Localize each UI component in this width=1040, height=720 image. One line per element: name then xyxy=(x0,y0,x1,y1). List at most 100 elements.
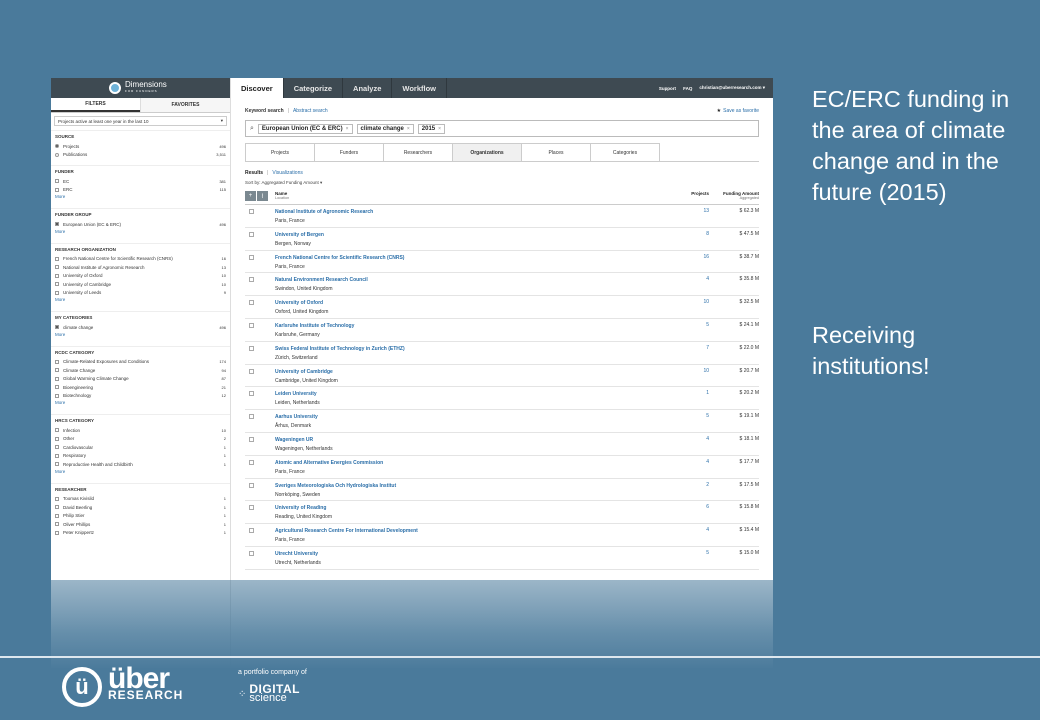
filter-option[interactable]: climate change 496 xyxy=(55,323,226,332)
filter-option[interactable]: Oliver Phillips 1 xyxy=(55,520,226,529)
keyword-search-toggle[interactable]: Keyword search xyxy=(245,108,284,114)
org-name-link[interactable]: Leiden University xyxy=(275,390,669,399)
filter-option[interactable]: University of Cambridge 10 xyxy=(55,280,226,289)
row-checkbox[interactable] xyxy=(249,277,254,283)
project-count-link[interactable]: 4 xyxy=(669,436,709,442)
checkbox[interactable] xyxy=(55,256,59,261)
close-icon[interactable]: × xyxy=(407,126,410,132)
filter-option[interactable]: Bioengineering 21 xyxy=(55,383,226,392)
filter-option[interactable]: University of Oxford 10 xyxy=(55,272,226,281)
row-checkbox[interactable] xyxy=(249,436,254,442)
row-checkbox[interactable] xyxy=(249,505,254,511)
abstract-search-toggle[interactable]: Abstract search xyxy=(293,108,328,114)
project-count-link[interactable]: 4 xyxy=(669,527,709,533)
visualizations-view-link[interactable]: Visualizations xyxy=(272,170,302,176)
filter-option[interactable]: ERC 115 xyxy=(55,186,226,195)
more-link[interactable]: More xyxy=(55,297,226,305)
filter-option[interactable]: National Institute of Agronomic Research… xyxy=(55,263,226,272)
sort-dropdown[interactable]: Sort by: Aggregated Funding Amount ▾ xyxy=(245,180,759,186)
project-count-link[interactable]: 10 xyxy=(669,299,709,305)
checkbox[interactable] xyxy=(55,290,59,295)
checkbox[interactable] xyxy=(55,385,59,390)
project-count-link[interactable]: 5 xyxy=(669,322,709,328)
filter-option[interactable]: Global Warming Climate Change 87 xyxy=(55,375,226,384)
checkbox[interactable] xyxy=(55,393,59,398)
checkbox[interactable] xyxy=(55,445,59,450)
row-checkbox[interactable] xyxy=(249,254,254,260)
table-row[interactable]: Natural Environment Research Council Swin… xyxy=(245,273,759,297)
project-count-link[interactable]: 4 xyxy=(669,459,709,465)
project-count-link[interactable]: 4 xyxy=(669,276,709,282)
table-row[interactable]: Swiss Federal Institute of Technology in… xyxy=(245,342,759,365)
filter-option[interactable]: Infection 10 xyxy=(55,426,226,435)
org-name-link[interactable]: Karlsruhe Institute of Technology xyxy=(275,322,669,331)
checkbox[interactable] xyxy=(55,462,59,467)
checkbox[interactable] xyxy=(55,359,59,364)
table-row[interactable]: Leiden University Leiden, Netherlands 1 $ 2… xyxy=(245,387,759,411)
project-count-link[interactable]: 16 xyxy=(669,254,709,260)
org-name-link[interactable]: University of Bergen xyxy=(275,231,669,240)
org-name-link[interactable]: University of Reading xyxy=(275,504,669,513)
checkbox[interactable] xyxy=(55,222,59,227)
col-funding-header[interactable]: Funding Amount Aggregated xyxy=(709,191,759,201)
more-link[interactable]: More xyxy=(55,400,226,408)
filter-option[interactable]: Toomas Kivisild 1 xyxy=(55,495,226,504)
more-link[interactable]: More xyxy=(55,229,226,237)
org-name-link[interactable]: French National Centre for Scientific Re… xyxy=(275,254,669,263)
filter-option[interactable]: Respiratory 1 xyxy=(55,452,226,461)
checkbox[interactable] xyxy=(55,273,59,278)
table-row[interactable]: University of Oxford Oxford, United Kingd… xyxy=(245,296,759,319)
org-name-link[interactable]: Natural Environment Research Council xyxy=(275,276,669,285)
table-row[interactable]: Utrecht University Utrecht, Netherlands 5 $… xyxy=(245,547,759,570)
chart-icon[interactable]: ⌇ xyxy=(257,191,268,201)
row-checkbox[interactable] xyxy=(249,209,254,214)
col-projects-header[interactable]: Projects xyxy=(669,191,709,196)
row-checkbox[interactable] xyxy=(249,391,254,397)
more-link[interactable]: More xyxy=(55,469,226,477)
checkbox[interactable] xyxy=(55,496,59,501)
table-row[interactable]: University of Reading Reading, United Kin… xyxy=(245,501,759,525)
tab-favorites[interactable]: FAVORITES xyxy=(140,98,230,112)
tab-organizations[interactable]: Organizations xyxy=(452,143,522,161)
search-chip-funder[interactable]: European Union (EC & ERC) × xyxy=(257,123,353,134)
checkbox[interactable] xyxy=(55,187,59,192)
filter-option[interactable]: Climate Change 94 xyxy=(55,366,226,375)
table-row[interactable]: Karlsruhe Institute of Technology Karlsru… xyxy=(245,319,759,342)
org-name-link[interactable]: Aarhus University xyxy=(275,413,669,422)
filter-option[interactable]: Publications 3,511 xyxy=(55,151,226,160)
results-view-link[interactable]: Results xyxy=(245,170,263,176)
table-row[interactable]: National Institute of Agronomic Research… xyxy=(245,205,759,228)
checkbox[interactable] xyxy=(55,530,59,535)
close-icon[interactable]: × xyxy=(438,126,441,132)
org-name-link[interactable]: Swiss Federal Institute of Technology in… xyxy=(275,345,669,354)
filter-option[interactable]: Other 2 xyxy=(55,435,226,444)
nav-workflow[interactable]: Workflow xyxy=(392,78,448,98)
table-row[interactable]: Sveriges Meteorologiska Och Hydrologiska… xyxy=(245,479,759,502)
tab-filters[interactable]: FILTERS xyxy=(51,98,140,112)
project-count-link[interactable]: 7 xyxy=(669,345,709,351)
tab-researchers[interactable]: Researchers xyxy=(383,143,453,161)
row-checkbox[interactable] xyxy=(249,414,254,420)
filter-option[interactable]: Philip Stier 1 xyxy=(55,512,226,521)
add-icon[interactable]: + xyxy=(245,191,256,201)
filter-option[interactable]: EC 381 xyxy=(55,177,226,186)
row-checkbox[interactable] xyxy=(249,368,254,374)
save-favorite-link[interactable]: ★ Save as favorite xyxy=(717,108,759,114)
org-name-link[interactable]: Atomic and Alternative Energies Commissi… xyxy=(275,459,669,468)
filter-option[interactable]: Cardiovascular 1 xyxy=(55,443,226,452)
time-filter-select[interactable]: Projects active at least one year in the… xyxy=(54,116,227,126)
checkbox[interactable] xyxy=(55,522,59,527)
checkbox[interactable] xyxy=(55,436,59,441)
checkbox[interactable] xyxy=(55,428,59,433)
project-count-link[interactable]: 5 xyxy=(669,413,709,419)
row-checkbox[interactable] xyxy=(249,345,254,351)
filter-option[interactable]: David Beerling 1 xyxy=(55,503,226,512)
project-count-link[interactable]: 1 xyxy=(669,390,709,396)
table-row[interactable]: French National Centre for Scientific Re… xyxy=(245,251,759,274)
project-count-link[interactable]: 8 xyxy=(669,231,709,237)
project-count-link[interactable]: 2 xyxy=(669,482,709,488)
org-name-link[interactable]: National Institute of Agronomic Research xyxy=(275,208,669,217)
table-row[interactable]: Agricultural Research Centre For Interna… xyxy=(245,524,759,547)
nav-categorize[interactable]: Categorize xyxy=(284,78,344,98)
org-name-link[interactable]: Wageningen UR xyxy=(275,436,669,445)
